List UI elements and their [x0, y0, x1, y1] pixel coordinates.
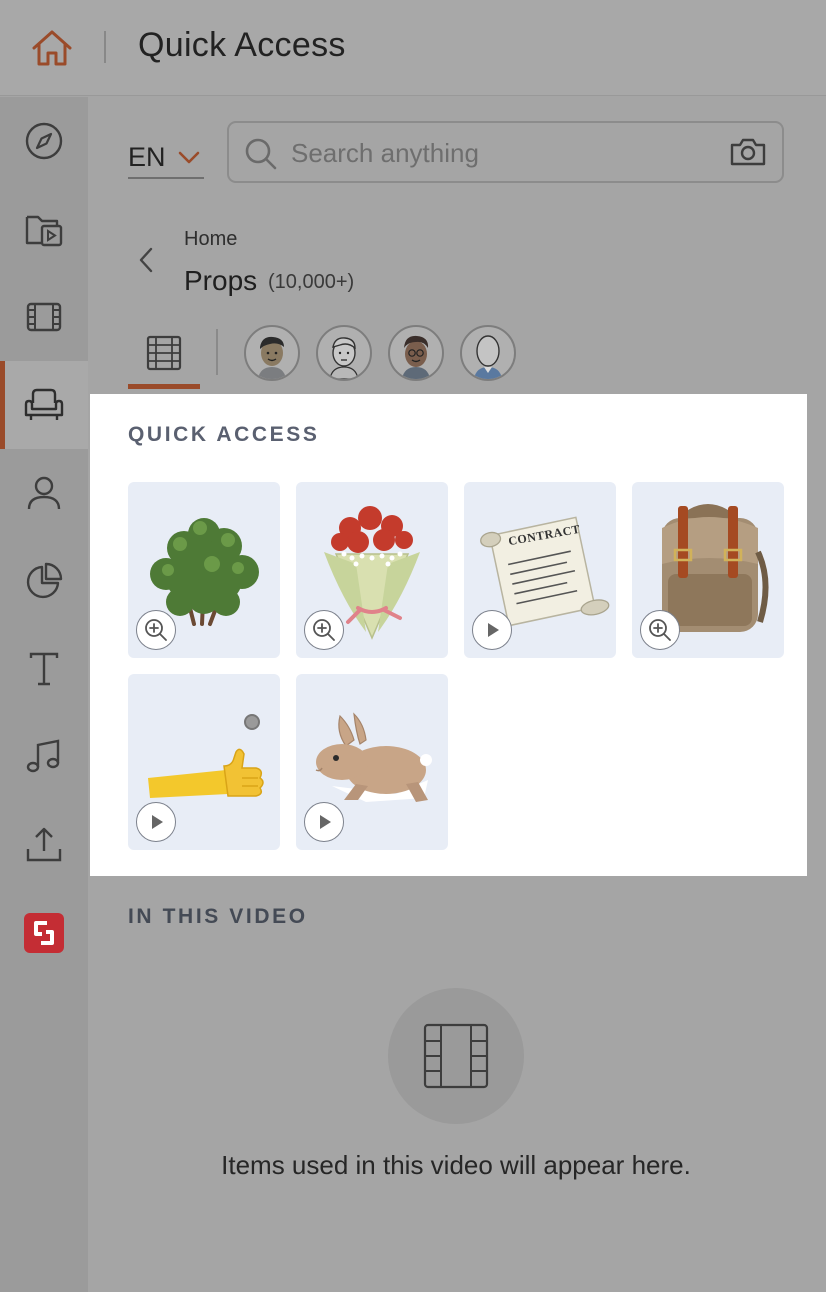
home-icon[interactable] — [30, 28, 74, 68]
sidebar-item-text[interactable] — [0, 625, 88, 713]
music-note-icon — [26, 739, 60, 773]
style-avatar-4[interactable] — [460, 325, 516, 381]
brand-logo-icon — [24, 913, 64, 953]
language-value: EN — [128, 142, 166, 172]
sidebar-item-characters[interactable] — [0, 449, 88, 537]
back-chevron-icon[interactable] — [136, 245, 156, 275]
asset-tile-contract-scroll[interactable]: CONTRACT — [464, 482, 616, 658]
page-title: Quick Access — [138, 26, 346, 64]
chevron-down-icon — [178, 151, 200, 164]
top-bar: Quick Access — [0, 0, 826, 96]
person-icon — [27, 476, 61, 510]
zoom-in-icon — [649, 619, 671, 641]
asset-tile-thumbs-up-arm[interactable] — [128, 674, 280, 850]
pie-chart-icon — [26, 562, 63, 599]
active-tab-indicator — [128, 384, 200, 389]
film-grid-icon — [423, 1023, 489, 1089]
upload-icon — [26, 827, 62, 862]
play-icon — [488, 623, 499, 637]
quick-access-section: QUICK ACCESS CONTRACT — [90, 394, 807, 876]
search-icon — [245, 138, 277, 170]
sidebar-item-brand[interactable] — [0, 889, 88, 977]
in-this-video-heading: IN THIS VIDEO — [128, 905, 308, 928]
armchair-icon — [24, 388, 64, 420]
sidebar-rail — [0, 97, 88, 1292]
folder-video-icon — [25, 215, 63, 247]
category-title: Props — [184, 265, 258, 296]
asset-tile-rabbit[interactable] — [296, 674, 448, 850]
film-icon — [26, 302, 62, 332]
language-select[interactable]: EN — [128, 137, 204, 179]
camera-icon[interactable] — [729, 136, 767, 168]
tab-all-styles[interactable] — [128, 325, 200, 391]
play-button[interactable] — [472, 610, 512, 650]
play-button[interactable] — [136, 802, 176, 842]
search-input[interactable] — [291, 133, 711, 173]
zoom-in-icon — [145, 619, 167, 641]
sidebar-item-scenes[interactable] — [0, 273, 88, 361]
in-this-video-section: IN THIS VIDEO Items used in this video w… — [88, 876, 826, 1292]
style-avatar-2[interactable] — [316, 325, 372, 381]
zoom-button[interactable] — [136, 610, 176, 650]
play-icon — [152, 815, 163, 829]
play-icon — [320, 815, 331, 829]
tab-divider — [216, 329, 218, 375]
search-box — [227, 121, 784, 183]
grid-film-icon — [146, 335, 182, 371]
asset-tile-flower-bouquet[interactable] — [296, 482, 448, 658]
sidebar-item-props[interactable] — [0, 361, 88, 449]
sidebar-item-charts[interactable] — [0, 537, 88, 625]
quick-access-heading: QUICK ACCESS — [128, 423, 320, 446]
sidebar-item-upload[interactable] — [0, 801, 88, 889]
breadcrumb-parent[interactable]: Home — [184, 228, 237, 251]
category-count: (10,000+) — [268, 271, 355, 293]
style-tabs — [128, 325, 826, 391]
zoom-button[interactable] — [304, 610, 344, 650]
asset-tile-bush[interactable] — [128, 482, 280, 658]
zoom-button[interactable] — [640, 610, 680, 650]
zoom-in-icon — [313, 619, 335, 641]
empty-state-message: Items used in this video will appear her… — [221, 1150, 691, 1180]
style-avatar-3[interactable] — [388, 325, 444, 381]
asset-tile-backpack[interactable] — [632, 482, 784, 658]
play-button[interactable] — [304, 802, 344, 842]
empty-state-circle — [388, 988, 524, 1124]
style-avatar-1[interactable] — [244, 325, 300, 381]
text-icon — [29, 652, 59, 686]
sidebar-item-media[interactable] — [0, 185, 88, 273]
compass-icon — [25, 122, 63, 160]
sidebar-item-audio[interactable] — [0, 713, 88, 801]
title-divider — [104, 31, 106, 63]
sidebar-item-explore[interactable] — [0, 97, 88, 185]
